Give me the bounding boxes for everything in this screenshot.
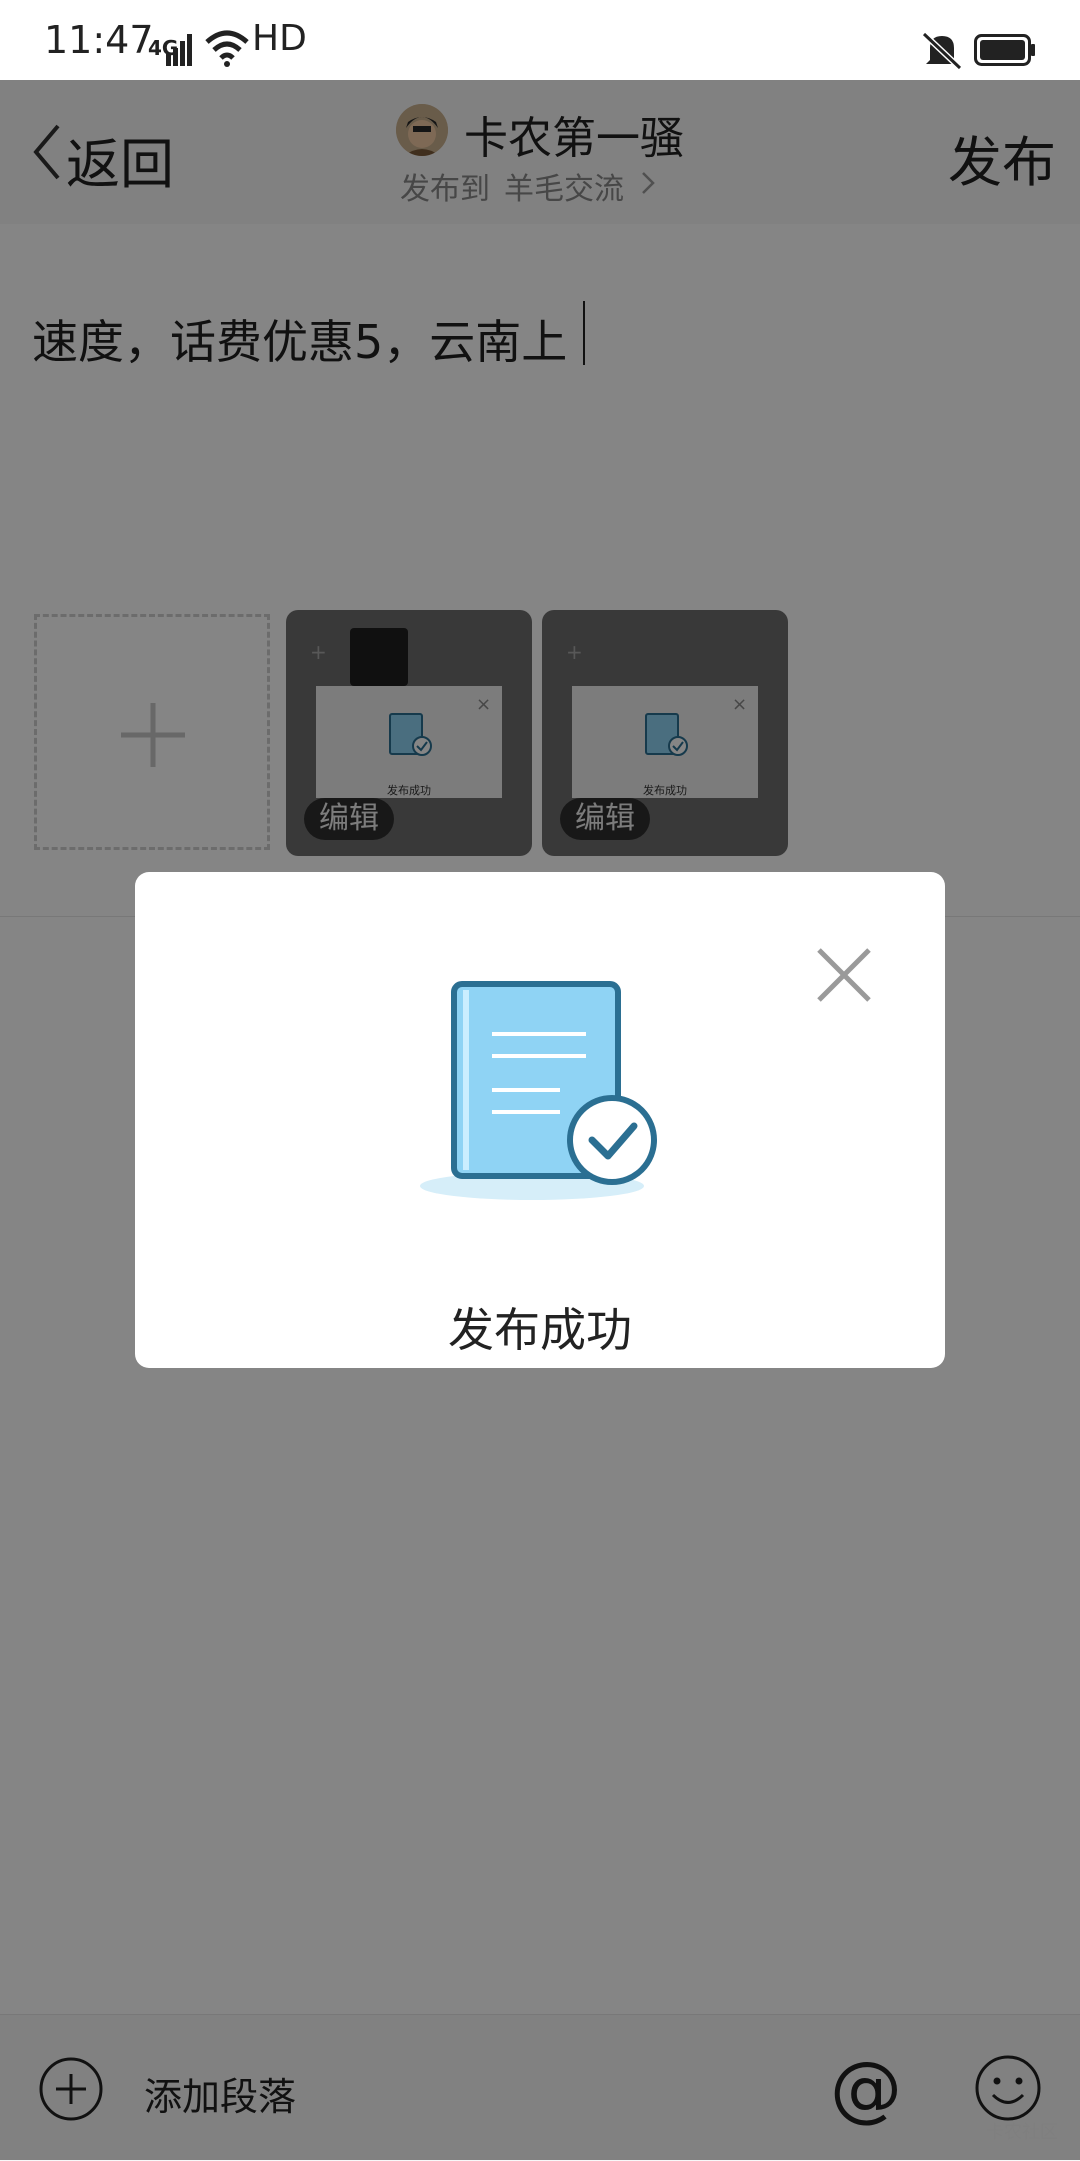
battery-icon xyxy=(974,34,1035,66)
close-icon[interactable] xyxy=(811,942,877,1008)
wifi-icon xyxy=(205,30,249,67)
mute-icon xyxy=(921,31,963,70)
document-success-icon xyxy=(420,981,657,1200)
hd-indicator: HD xyxy=(252,18,307,59)
signal-icon xyxy=(166,34,192,66)
status-time: 11:47 xyxy=(44,18,154,62)
dialog-title: 发布成功 xyxy=(448,1303,632,1357)
publish-success-dialog: 发布成功 xyxy=(135,872,945,1368)
